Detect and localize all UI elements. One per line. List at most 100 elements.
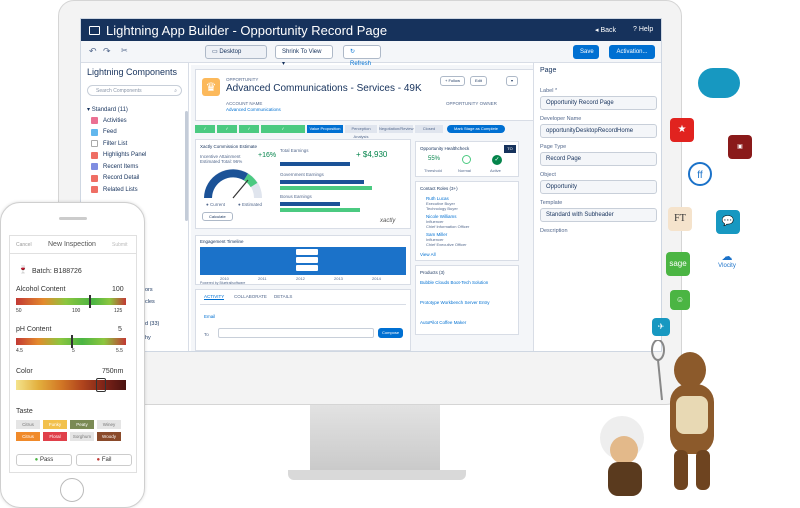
- contact-roles-card[interactable]: Contact Roles (3+) Ruth Lucas Executive …: [415, 181, 519, 261]
- developer-name-input[interactable]: opportunityDesktopRecordHome: [540, 124, 657, 138]
- tab-activity[interactable]: ACTIVITY: [204, 294, 225, 300]
- products-card[interactable]: Products (3) Bubble Clouds Boot-Tech Sol…: [415, 265, 519, 335]
- healthcheck-title: Opportunity Healthcheck: [420, 146, 470, 151]
- product-name[interactable]: Prototype Workbench Server Entry: [420, 300, 489, 305]
- compose-button[interactable]: Compose: [378, 328, 404, 338]
- taste-tag[interactable]: Winey: [97, 420, 121, 429]
- ph-label: pH Content: [16, 326, 52, 333]
- engagement-timeline-card[interactable]: Engagement Timeline 2010 2011 2012 2013 …: [195, 235, 411, 285]
- timeline-event[interactable]: [296, 257, 318, 263]
- taste-tag[interactable]: Citrus: [16, 420, 40, 429]
- component-recent-items[interactable]: Recent Items: [81, 161, 188, 173]
- help-link[interactable]: ? Help: [633, 26, 653, 33]
- path-step-complete[interactable]: ✓: [239, 125, 259, 133]
- path-step[interactable]: Negotiation/Review: [379, 125, 413, 133]
- pass-button[interactable]: ● Pass: [16, 454, 72, 466]
- component-record-detail[interactable]: Record Detail: [81, 173, 188, 185]
- timeline-event[interactable]: [296, 249, 318, 255]
- cut-icon[interactable]: ✂: [121, 46, 128, 55]
- panel-scrollbar[interactable]: [185, 111, 188, 221]
- timeline-year: 2013: [334, 276, 343, 281]
- path-step[interactable]: Perception Analysis: [345, 125, 377, 139]
- components-title: Lightning Components: [87, 67, 178, 77]
- component-activities[interactable]: Activities: [81, 115, 188, 127]
- more-actions-button[interactable]: ▾: [506, 76, 519, 86]
- component-related-lists[interactable]: Related Lists: [81, 184, 188, 196]
- component-partial[interactable]: cles: [145, 299, 155, 305]
- contacts-view-all-link[interactable]: View All: [420, 252, 436, 257]
- commission-estimate-card[interactable]: Xactly Commission Estimate Incentive Att…: [195, 139, 411, 229]
- account-link[interactable]: Advanced Communications: [226, 107, 281, 112]
- component-feed[interactable]: Feed: [81, 127, 188, 139]
- component-partial[interactable]: ors: [145, 287, 153, 293]
- healthcheck-pct: 55%: [428, 156, 441, 162]
- mark-stage-complete-button[interactable]: Mark Stage as Complete: [447, 125, 505, 133]
- save-button[interactable]: Save: [573, 45, 599, 59]
- alcohol-tick: 125: [114, 308, 123, 314]
- healthcheck-card[interactable]: Opportunity Healthcheck TO 55% ✓ Thresho…: [415, 141, 519, 177]
- phone-home-button[interactable]: [60, 478, 84, 502]
- total-earnings-value: + $4,930: [356, 150, 388, 159]
- redo-icon[interactable]: ↷: [103, 46, 111, 57]
- taste-tag[interactable]: Funky: [43, 420, 67, 429]
- zoom-select[interactable]: Shrink To View ▾: [275, 45, 333, 67]
- zoom-label: Shrink To View: [282, 49, 322, 55]
- label-input[interactable]: Opportunity Record Page: [540, 96, 657, 110]
- taste-tag[interactable]: Sorghum: [70, 432, 94, 441]
- legend-current-label: Current: [209, 202, 225, 207]
- vlocity-app-icon: ☁ Vlocity: [710, 250, 744, 276]
- product-name[interactable]: AutoPilot Coffee Maker: [420, 320, 466, 325]
- standard-section[interactable]: ▾ Standard (11): [81, 100, 188, 115]
- undo-icon[interactable]: ↶: [89, 46, 97, 57]
- app-header: Lightning App Builder - Opportunity Reco…: [81, 19, 661, 41]
- calculate-button[interactable]: Calculate: [202, 212, 233, 221]
- ph-value: 5: [118, 326, 122, 333]
- pass-icon: ●: [34, 457, 39, 463]
- alcohol-slider-handle[interactable]: [88, 295, 91, 308]
- properties-panel: Page Label * Opportunity Record Page Dev…: [533, 63, 661, 351]
- record-object: OPPORTUNITY: [226, 77, 259, 82]
- estimate-title: Xactly Commission Estimate: [200, 144, 258, 149]
- component-label: Feed: [103, 129, 117, 136]
- component-highlights-panel[interactable]: Highlights Panel: [81, 150, 188, 162]
- follow-button[interactable]: + Follow: [440, 76, 466, 86]
- edit-button[interactable]: Edit: [470, 76, 487, 86]
- tab-collaborate[interactable]: COLLABORATE: [234, 294, 267, 299]
- taste-tag[interactable]: Citrus: [16, 432, 40, 441]
- fail-button[interactable]: ● Fail: [76, 454, 132, 466]
- color-label: Color: [16, 368, 33, 375]
- back-link[interactable]: ◂ Back: [595, 26, 616, 34]
- component-filter-list[interactable]: Filter List: [81, 138, 188, 150]
- refresh-button[interactable]: ↻ Refresh: [343, 45, 381, 67]
- path-step[interactable]: Closed: [415, 125, 443, 133]
- path-step-complete[interactable]: ✓: [261, 125, 305, 133]
- tab-details[interactable]: DETAILS: [274, 294, 292, 299]
- taste-tag[interactable]: Woody: [97, 432, 121, 441]
- path-step-complete[interactable]: ✓: [217, 125, 237, 133]
- record-highlights[interactable]: ♛ OPPORTUNITY Advanced Communications - …: [195, 69, 537, 121]
- component-search-input[interactable]: Search Components ⌕: [87, 85, 182, 96]
- component-partial[interactable]: hy: [145, 335, 151, 341]
- path-step-current[interactable]: Value Proposition: [307, 125, 343, 133]
- color-scale[interactable]: [16, 380, 126, 390]
- template-field[interactable]: Standard with Subheader: [540, 208, 657, 222]
- activation-button[interactable]: Activation...: [609, 45, 655, 59]
- recipient-input[interactable]: [218, 328, 374, 338]
- timeline-event[interactable]: [296, 265, 318, 271]
- taste-tag[interactable]: Floral: [43, 432, 67, 441]
- back-label: Back: [600, 27, 617, 34]
- phone-cancel-button[interactable]: Cancel: [16, 242, 32, 248]
- component-label: Related Lists: [103, 186, 138, 193]
- device-select[interactable]: ▭ Desktop: [205, 45, 267, 59]
- threshold-indicator: [462, 155, 471, 164]
- product-name[interactable]: Bubble Clouds Boot-Tech Solution: [420, 280, 488, 285]
- path-step-complete[interactable]: ✓: [195, 125, 215, 133]
- alcohol-meter[interactable]: [16, 298, 126, 305]
- color-slider-handle[interactable]: [96, 378, 106, 392]
- component-partial[interactable]: d (33): [145, 321, 159, 327]
- phone-submit-button[interactable]: Submit: [112, 242, 128, 248]
- ph-slider-handle[interactable]: [71, 335, 73, 348]
- cloud-icon: ☁: [721, 251, 733, 263]
- taste-tag[interactable]: Peaty: [70, 420, 94, 429]
- recent-items-icon: [91, 163, 98, 171]
